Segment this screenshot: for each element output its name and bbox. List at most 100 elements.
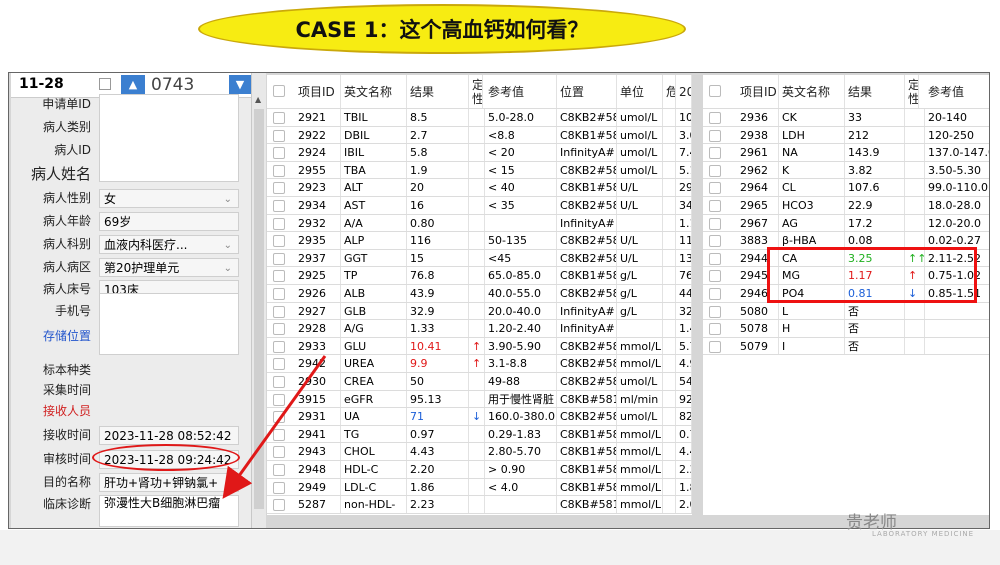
table-row[interactable]: 2967 AG 17.2 12.0-20.0 xyxy=(703,214,989,233)
table-row[interactable]: 2927GLB32.9 20.0-40.0InfinityA#g/L 32.1 xyxy=(267,302,692,321)
table-row[interactable]: 2941TG0.97 0.29-1.83C8KB1#58mmol/L 0.76 xyxy=(267,425,692,444)
patient-field-value[interactable]: 69岁 xyxy=(99,212,239,231)
row-checkbox[interactable] xyxy=(709,252,721,265)
row-checkbox[interactable] xyxy=(273,235,285,248)
table-row[interactable]: 2942UREA9.9↑3.1-8.8C8KB2#58mmol/L 4.9 xyxy=(267,355,692,373)
row-checkbox[interactable] xyxy=(709,217,721,230)
table-row[interactable]: 2938 LDH 212 120-250 xyxy=(703,126,989,145)
table-row[interactable]: 3883 β-HBA 0.08 0.02-0.27 xyxy=(703,232,989,250)
table-row[interactable]: 2955TBA1.9 < 15C8KB2#58umol/L 5.1 xyxy=(267,161,692,180)
column-header[interactable]: 英文名称 xyxy=(341,75,407,108)
row-checkbox[interactable] xyxy=(709,112,721,124)
previous-sample-button[interactable]: ▲ xyxy=(121,75,145,94)
row-checkbox[interactable] xyxy=(273,147,285,160)
column-header[interactable]: 20 xyxy=(676,75,692,108)
chevron-down-icon[interactable]: ⌄ xyxy=(224,259,232,276)
table-row[interactable]: 2934 AST 16 < 35 C8KB2#58 U/L 34 xyxy=(267,197,692,215)
row-checkbox[interactable] xyxy=(709,164,721,177)
table-row[interactable]: 2928A/G1.33 1.20-2.40InfinityA# 1.40 xyxy=(267,320,692,338)
row-checkbox[interactable] xyxy=(273,112,285,124)
calendar-icon[interactable] xyxy=(99,78,111,90)
row-checkbox[interactable] xyxy=(273,305,285,318)
panel-scrollbar[interactable]: ▲ xyxy=(251,73,266,528)
table-row[interactable]: 2933GLU10.41↑3.90-5.90C8KB2#58mmol/L 5.71 xyxy=(267,337,692,356)
table-row[interactable]: 2930 CREA 50 49-88 C8KB2#58 umol/L 54 xyxy=(267,373,692,391)
select-all-checkbox[interactable] xyxy=(273,85,285,97)
row-checkbox[interactable] xyxy=(273,288,285,300)
patient-field-value[interactable]: 女 ⌄ xyxy=(99,189,239,208)
sample-number[interactable]: 0743 xyxy=(151,75,194,95)
table-row[interactable]: 5078 H 否 xyxy=(703,320,989,338)
patient-field-value[interactable]: 第20护理单元 ⌄ xyxy=(99,258,239,277)
table-row[interactable]: 2965 HCO3 22.9 18.0-28.0 xyxy=(703,197,989,215)
table-row[interactable]: 2948HDL-C2.20 > 0.90C8KB1#58mmol/L 2.33 xyxy=(267,461,692,479)
table-row[interactable]: 2925TP76.8 65.0-85.0C8KB1#58g/L 76.9 xyxy=(267,267,692,285)
column-header[interactable]: 危 xyxy=(663,75,676,108)
row-checkbox[interactable] xyxy=(273,182,285,195)
table-row[interactable]: 2923 ALT 20 < 40 C8KB1#58 U/L 29 xyxy=(267,179,692,197)
row-checkbox[interactable] xyxy=(273,464,285,476)
row-checkbox[interactable] xyxy=(273,499,285,512)
table-row[interactable]: 2932A/A0.80 InfinityA# 1.17 xyxy=(267,214,692,233)
row-checkbox[interactable] xyxy=(273,481,285,494)
chevron-down-icon[interactable]: ⌄ xyxy=(224,190,232,207)
table-row[interactable]: 2945 MG 1.17 ↑ 0.75-1.02 xyxy=(703,267,989,285)
row-checkbox[interactable] xyxy=(273,411,285,424)
table-row[interactable]: 2944 CA 3.25 ↑↑ 2.11-2.52 xyxy=(703,249,989,268)
table-row[interactable]: 2926ALB43.9 40.0-55.0C8KB2#58g/L 44.8 xyxy=(267,285,692,303)
table-row[interactable]: 5079 I 否 xyxy=(703,337,989,356)
scroll-thumb[interactable] xyxy=(254,109,264,509)
row-checkbox[interactable] xyxy=(709,340,721,353)
table-row[interactable]: 2935ALP116 50-135C8KB2#58U/L 111 xyxy=(267,232,692,250)
column-header[interactable]: 英文名称 xyxy=(779,75,845,108)
row-checkbox[interactable] xyxy=(273,252,285,265)
row-checkbox[interactable] xyxy=(709,235,721,248)
row-checkbox[interactable] xyxy=(709,200,721,212)
row-checkbox[interactable] xyxy=(273,217,285,230)
column-header[interactable]: 单位 xyxy=(617,75,663,108)
row-checkbox[interactable] xyxy=(273,446,285,459)
column-header[interactable]: 参考值 xyxy=(485,75,557,108)
row-checkbox[interactable] xyxy=(273,358,285,371)
table-row[interactable]: 5080 L 否 xyxy=(703,302,989,321)
scroll-up-icon[interactable]: ▲ xyxy=(255,95,261,104)
table-row[interactable]: 2924IBIL5.8 < 20InfinityA#umol/L 7.4 xyxy=(267,144,692,162)
table-row[interactable]: 2949LDL-C1.86< 4.0C8KB1#58mmol/L1.86 xyxy=(267,478,692,497)
chevron-down-icon[interactable]: ⌄ xyxy=(224,236,232,253)
table-row[interactable]: 5287non-HDL-2.23 C8KB#581mmol/L 2.09 xyxy=(267,496,692,514)
row-checkbox[interactable] xyxy=(709,147,721,160)
next-sample-button[interactable]: ▼ xyxy=(229,75,251,94)
column-header[interactable]: 定性 xyxy=(905,75,919,108)
table-row[interactable]: 2943CHOL4.43 2.80-5.70C8KB1#58mmol/L 4.42 xyxy=(267,443,692,461)
row-checkbox[interactable] xyxy=(709,288,721,300)
row-checkbox[interactable] xyxy=(273,376,285,388)
row-checkbox[interactable] xyxy=(273,200,285,212)
row-checkbox[interactable] xyxy=(273,129,285,142)
table-row[interactable]: 2937 GGT 15 <45 C8KB2#58 U/L 13 xyxy=(267,249,692,268)
table-row[interactable]: 2921TBIL8.5 5.0-28.0C8KB2#58umol/L 10.4 xyxy=(267,109,692,127)
row-checkbox[interactable] xyxy=(273,323,285,336)
select-all-checkbox[interactable] xyxy=(709,85,721,97)
patient-field-value[interactable]: 2023-11-28 08:52:42 xyxy=(99,426,239,445)
column-header[interactable]: 项目ID xyxy=(295,75,341,108)
patient-field-value[interactable]: 2023-11-28 09:24:42 xyxy=(99,450,239,469)
row-checkbox[interactable] xyxy=(709,270,721,283)
table-row[interactable]: 2936 CK 33 20-140 xyxy=(703,109,989,127)
table-row[interactable]: 2962 K 3.82 3.50-5.30 xyxy=(703,161,989,180)
column-header[interactable]: 结果 xyxy=(845,75,905,108)
row-checkbox[interactable] xyxy=(273,164,285,177)
row-checkbox[interactable] xyxy=(273,340,285,353)
row-checkbox[interactable] xyxy=(273,270,285,283)
patient-field-value[interactable]: 血液内科医疗... ⌄ xyxy=(99,235,239,254)
sample-date[interactable]: 11-28 xyxy=(19,76,64,92)
row-checkbox[interactable] xyxy=(709,323,721,336)
row-checkbox[interactable] xyxy=(709,182,721,195)
table-row[interactable]: 2922DBIL2.7 <8.8C8KB1#58umol/L 3.0 xyxy=(267,126,692,145)
column-header[interactable]: 项目ID xyxy=(737,75,779,108)
patient-field-value[interactable]: 肝功+肾功+钾钠氯+ xyxy=(99,473,239,492)
row-checkbox[interactable] xyxy=(709,129,721,142)
table-row[interactable]: 2964 CL 107.6 99.0-110.0 xyxy=(703,179,989,197)
table-row[interactable]: 2931 UA 71 ↓ 160.0-380.0 C8KB2#58 umol/L 82 xyxy=(267,408,692,426)
table-row[interactable]: 2961 NA 143.9 137.0-147.0 xyxy=(703,144,989,162)
column-header[interactable]: 结果 xyxy=(407,75,469,108)
